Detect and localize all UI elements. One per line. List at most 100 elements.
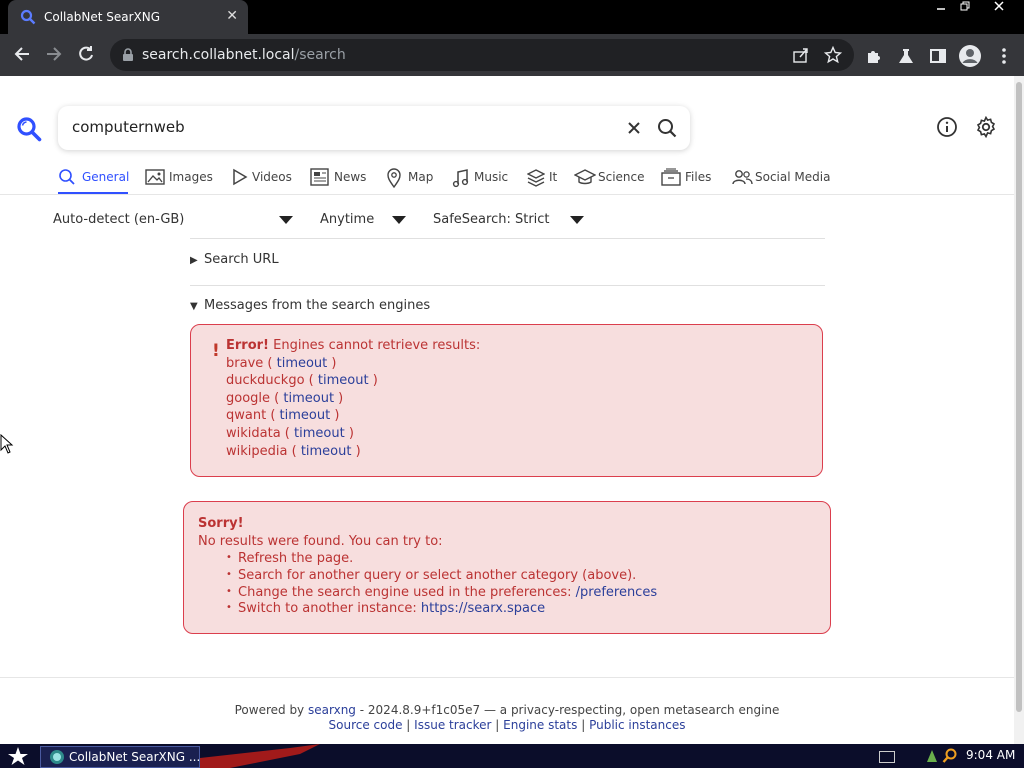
tab-label: Science (598, 170, 645, 184)
preferences-link[interactable]: /preferences (576, 585, 657, 600)
searx-space-link[interactable]: https://searx.space (421, 601, 545, 616)
taskbar-window-button[interactable]: CollabNet SearXNG ... (40, 746, 200, 768)
tab-social-media[interactable]: Social Media (731, 166, 831, 192)
safesearch-chevron-down-icon[interactable] (570, 216, 584, 224)
reload-icon[interactable] (74, 44, 98, 68)
search-icon (59, 169, 75, 185)
tab-label: Music (474, 170, 509, 184)
page-scrollbar[interactable] (1014, 76, 1024, 744)
share-icon[interactable] (792, 46, 810, 64)
error-heading: Error! Engines cannot retrieve results: (226, 338, 480, 353)
safesearch-select[interactable]: SafeSearch: Strict (433, 212, 550, 227)
tab-files[interactable]: Files (661, 166, 717, 192)
os-taskbar: CollabNet SearXNG ... 9:04 AM (0, 744, 1024, 768)
window-close-icon[interactable] (984, 0, 1014, 18)
language-chevron-down-icon[interactable] (279, 216, 293, 224)
engine-name: brave (226, 356, 264, 371)
searxng-link[interactable]: searxng (308, 703, 356, 717)
engine-error-item: wikipedia ( timeout ) (226, 444, 361, 459)
tab-music[interactable]: Music (452, 166, 510, 192)
engine-error-reason-link[interactable]: timeout (277, 356, 328, 371)
url-host: search.collabnet.local (142, 47, 295, 63)
address-bar[interactable]: search.collabnet.local/search (110, 39, 854, 71)
lock-icon[interactable] (122, 48, 134, 62)
sorry-subtitle: No results were found. You can try to: (198, 534, 443, 549)
engine-name: wikipedia (226, 444, 288, 459)
issue-tracker-link[interactable]: Issue tracker (414, 718, 491, 732)
triangle-right-icon: ▶ (190, 255, 198, 266)
taskbar-decoration (200, 744, 320, 768)
powered-by-text: Powered by (234, 703, 305, 717)
layers-icon (527, 169, 545, 187)
suggestion-text: Search for another query or select anoth… (238, 568, 637, 583)
time-chevron-down-icon[interactable] (392, 216, 406, 224)
tab-map[interactable]: Map (386, 166, 436, 192)
network-tray-icon[interactable] (925, 748, 939, 764)
suggestion-item: Switch to another instance: https://sear… (226, 601, 545, 616)
category-tabs: General Images Videos News Map Music It (58, 166, 1014, 194)
menu-kebab-icon[interactable] (994, 46, 1014, 66)
tab-label: Files (685, 170, 712, 184)
music-note-icon (452, 169, 469, 188)
footer-line-2: Source code | Issue tracker | Engine sta… (0, 718, 1014, 732)
taskbar-clock[interactable]: 9:04 AM (966, 748, 1015, 762)
language-select[interactable]: Auto-detect (en-GB) (53, 212, 184, 227)
keyboard-tray-icon[interactable] (879, 751, 895, 763)
scrollbar-thumb[interactable] (1016, 82, 1022, 712)
clear-search-icon[interactable] (624, 118, 644, 138)
tab-videos[interactable]: Videos (232, 166, 296, 192)
engine-stats-link[interactable]: Engine stats (503, 718, 577, 732)
footer-separator: | (495, 718, 500, 732)
search-input[interactable]: computernweb (72, 118, 185, 136)
labs-flask-icon[interactable] (896, 46, 916, 66)
taskbar-window-label: CollabNet SearXNG ... (69, 750, 201, 764)
restore-icon[interactable] (950, 0, 980, 18)
footer-separator: | (581, 718, 586, 732)
info-icon[interactable] (936, 116, 958, 138)
search-box[interactable]: computernweb (58, 106, 690, 150)
error-message: Engines cannot retrieve results: (273, 338, 481, 353)
engine-error-item: duckduckgo ( timeout ) (226, 373, 378, 388)
start-star-icon[interactable] (6, 746, 30, 766)
engine-error-reason-link[interactable]: timeout (318, 373, 369, 388)
settings-gear-icon[interactable] (975, 116, 997, 138)
public-instances-link[interactable]: Public instances (589, 718, 685, 732)
tab-it[interactable]: It (527, 166, 561, 192)
engine-error-reason-link[interactable]: timeout (280, 408, 331, 423)
graduation-cap-icon (574, 169, 596, 185)
searxng-logo-icon[interactable] (16, 116, 42, 142)
tab-science[interactable]: Science (574, 166, 646, 192)
engine-error-reason-link[interactable]: timeout (294, 426, 345, 441)
sorry-title: Sorry! (198, 516, 244, 531)
error-title: Error! (226, 338, 269, 353)
side-panel-icon[interactable] (928, 46, 948, 66)
tab-label: Map (408, 170, 434, 184)
engine-name: qwant (226, 408, 267, 423)
tab-label: Videos (252, 170, 292, 184)
back-arrow-icon[interactable] (10, 44, 34, 68)
search-url-label: Search URL (204, 252, 279, 267)
tab-general[interactable]: General (58, 166, 129, 194)
time-range-select[interactable]: Anytime (320, 212, 374, 227)
search-url-toggle[interactable]: ▶ Search URL (190, 252, 279, 267)
browser-tab[interactable]: CollabNet SearXNG ✕ (8, 0, 248, 34)
bookmark-star-icon[interactable] (824, 46, 842, 64)
people-icon (732, 170, 753, 185)
search-submit-icon[interactable] (656, 117, 678, 139)
image-icon (145, 169, 165, 185)
url-path: /search (294, 47, 346, 63)
extensions-puzzle-icon[interactable] (864, 46, 884, 66)
tab-close-icon[interactable]: ✕ (226, 8, 238, 24)
suggestion-item: Search for another query or select anoth… (226, 568, 637, 583)
engine-messages-toggle[interactable]: ▼ Messages from the search engines (190, 298, 430, 313)
engine-error-reason-link[interactable]: timeout (301, 444, 352, 459)
tab-news[interactable]: News (310, 166, 372, 192)
tab-images[interactable]: Images (145, 166, 215, 192)
profile-avatar-icon[interactable] (958, 44, 982, 68)
search-tray-icon[interactable] (942, 748, 958, 764)
triangle-down-icon: ▼ (190, 301, 198, 312)
tab-label: Images (169, 170, 213, 184)
engine-error-reason-link[interactable]: timeout (283, 391, 334, 406)
forward-arrow-icon[interactable] (42, 44, 66, 68)
source-code-link[interactable]: Source code (329, 718, 403, 732)
